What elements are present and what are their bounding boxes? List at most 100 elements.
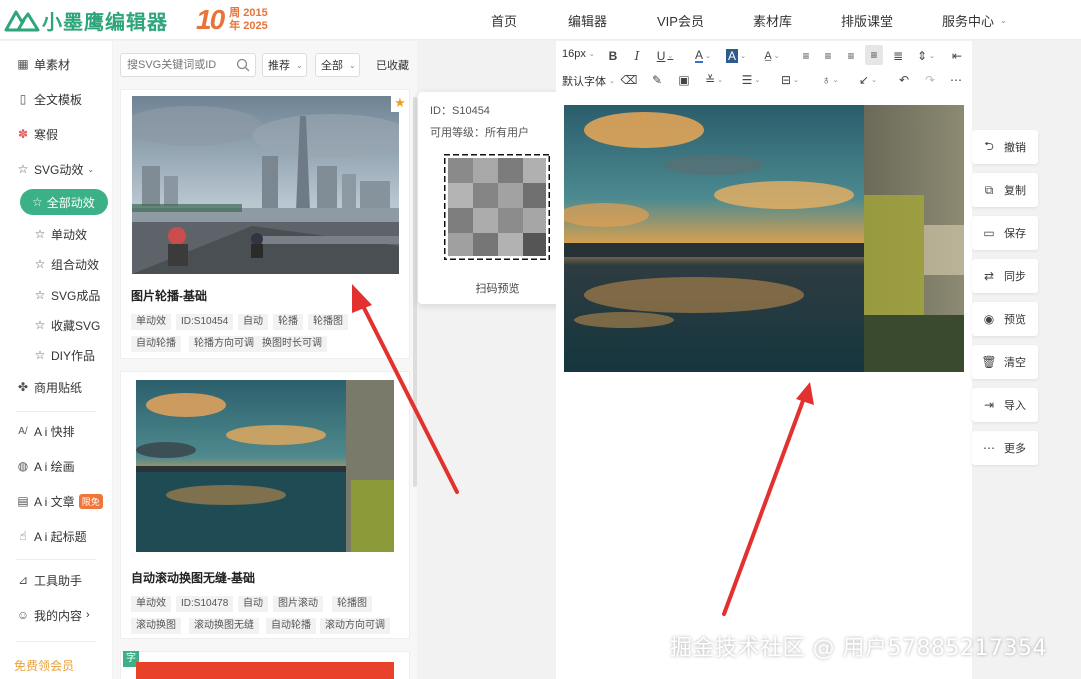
sidebar-item-ai-draw[interactable]: ◍ A i 绘画 [0,454,112,478]
card-tag[interactable]: 自动轮播 [266,618,316,634]
bulb-icon[interactable]: ♁ ⌄ [818,71,842,89]
card-tag[interactable]: 自动轮播 [131,336,181,352]
underline-button[interactable]: U ⌄ [653,47,677,65]
undo-action-button[interactable]: ⮌ 撤销 [972,130,1038,164]
nav-vip[interactable]: VIP会员 [657,0,704,40]
save-action-button[interactable]: ▭ 保存 [972,216,1038,250]
card-tag[interactable]: 轮播 [273,314,303,330]
sidebar-item-svg-effects[interactable]: ☆ SVG动效 ⌄ [0,157,112,181]
favorites-filter[interactable]: 已收藏 [376,57,409,73]
card-tag[interactable]: ID:S10478 [176,596,234,612]
font-family-select[interactable]: 默认字体 ⌄ [562,73,615,89]
panel-scrollbar[interactable] [413,97,417,487]
sidebar-item-winter-break[interactable]: ✽ 寒假 [0,122,112,146]
align-justify-icon[interactable]: ≡ [865,45,883,65]
brush-icon[interactable]: ✎ [649,71,665,89]
align-right-icon[interactable]: ≡ [844,47,858,65]
undo-icon[interactable]: ↶ [896,71,912,89]
material-card[interactable]: 字 [120,651,410,679]
import-action-button[interactable]: ⇥ 导入 [972,388,1038,422]
sidebar-item-my-content[interactable]: ☺ 我的内容 › [0,603,112,627]
sidebar-item-all-effects[interactable]: ☆ 全部动效 [20,189,108,215]
clear-action-button[interactable]: 🗑 清空 [972,345,1038,379]
spacing-icon[interactable]: ☰ ⌄ [739,71,763,89]
sidebar-item-svg-finished[interactable]: ☆ SVG成品 [0,283,112,307]
sidebar-item-combo-effect[interactable]: ☆ 组合动效 [0,252,112,276]
card-tag[interactable]: 轮播方向可调 [189,336,259,352]
anniversary-badge: 10 周 2015 年 2025 [196,4,268,36]
carousel-preview-image[interactable] [564,105,964,372]
chevron-down-icon: ⌄ [296,60,303,70]
nav-service[interactable]: 服务中心 ⌄ [942,0,1007,40]
sidebar-item-ai-title[interactable]: ☝ A i 起标题 [0,524,112,548]
exit-icon[interactable]: ⇤ [950,47,964,65]
more-action-button[interactable]: ⋯ 更多 [972,431,1038,465]
card-tag[interactable]: 轮播图 [332,596,372,612]
logo-mark-icon [4,10,40,32]
card-tag[interactable]: 单动效 [131,314,171,330]
logo[interactable]: 小墨鹰编辑器 [4,6,168,34]
font-size-select[interactable]: 16px ⌄ [562,48,595,60]
arrow-icon[interactable]: ↙ ⌄ [856,71,880,89]
material-panel: 推荐⌄ 全部⌄ 已收藏 [113,41,417,679]
card-tag[interactable]: 滚动方向可调 [320,618,390,634]
align-left-icon[interactable]: ≡ [799,47,813,65]
card-tag[interactable]: 滚动换图 [131,618,181,634]
bold-button[interactable]: B [606,47,620,65]
sidebar-item-stickers[interactable]: ✤ 商用贴纸 [0,375,112,399]
format-painter-button[interactable]: A̲ ⌄ [758,47,786,65]
card-thumbnail-sunset [136,380,394,552]
editor-canvas[interactable]: 16px ⌄ B I U ⌄ A ⌄ A ⌄ A̲ ⌄ ≡ ≡ ≡ ≡ ≣ ⇕ ⌄ ⇤ 默认… [556,41,972,679]
sync-action-button[interactable]: ⇄ 同步 [972,259,1038,293]
card-tag[interactable]: 单动效 [131,596,171,612]
nav-editor[interactable]: 编辑器 [568,0,607,40]
redo-icon[interactable]: ↷ [922,71,938,89]
palette-icon: ◍ [17,459,29,473]
nav-home[interactable]: 首页 [491,0,517,40]
font-color-button[interactable]: A ⌄ [691,47,715,65]
sidebar-item-single-material[interactable]: ▦ 单素材 [0,52,112,76]
filter-dropdown[interactable]: 全部 ⌄ [315,53,360,77]
italic-button[interactable]: I [630,47,644,65]
paragraph-spacing-icon[interactable]: ⊟ ⌄ [778,71,802,89]
undo-icon: ⮌ [984,138,994,153]
sidebar-item-tools[interactable]: ⊿ 工具助手 [0,568,112,592]
nav-classroom[interactable]: 排版课堂 [841,0,893,40]
sidebar-item-fav-svg[interactable]: ☆ 收藏SVG [0,313,112,337]
material-card[interactable]: ★ 图片轮播-基础 单动效 ID:S10454 自动 轮播 轮播图 自动轮播 轮… [120,89,410,359]
more-toolbar-icon[interactable]: ⋯ [948,71,964,89]
align-center-icon[interactable]: ≡ [821,47,835,65]
nav-materials[interactable]: 素材库 [753,0,792,40]
line-height-icon[interactable]: ⇕ ⌄ [914,47,938,65]
sidebar-item-full-template[interactable]: ▯ 全文模板 [0,87,112,111]
card-tag[interactable]: 自动 [238,314,268,330]
card-tag[interactable]: 滚动换图无缝 [189,618,259,634]
favorite-star-icon[interactable]: ★ [391,94,409,112]
sidebar-item-ai-layout[interactable]: A/A i 快排 [0,419,112,443]
top-header: 小墨鹰编辑器 10 周 2015 年 2025 首页 编辑器 VIP会员 素材库… [0,0,1081,40]
card-tag[interactable]: 自动 [238,596,268,612]
search-box[interactable] [120,53,256,77]
card-tag[interactable]: 图片滚动 [273,596,323,612]
sidebar-item-single-effect[interactable]: ☆ 单动效 [0,222,112,246]
search-icon[interactable] [236,58,250,72]
divider-icon[interactable]: ≚ ⌄ [702,71,726,89]
preview-action-button[interactable]: ◉ 预览 [972,302,1038,336]
search-input[interactable] [121,54,231,76]
sidebar-divider [16,411,96,412]
card-tag[interactable]: ID:S10454 [176,314,234,330]
sort-dropdown[interactable]: 推荐 ⌄ [262,53,307,77]
sidebar-item-free-vip[interactable]: 免费领会员 [0,653,112,677]
indent-icon[interactable]: ≣ [891,47,905,65]
popup-id: ID：S10454 [430,105,490,117]
card-tag[interactable]: 轮播图 [308,314,348,330]
card-tag[interactable]: 换图时长可调 [257,336,327,352]
sidebar-item-diy[interactable]: ☆ DIY作品 [0,343,112,367]
tool-icon: ⊿ [17,573,29,587]
image-icon[interactable]: ▣ [676,71,692,89]
copy-action-button[interactable]: ⧉ 复制 [972,173,1038,207]
eraser-icon[interactable]: ⌫ [621,71,638,89]
material-card[interactable]: 自动滚动换图无缝-基础 单动效 ID:S10478 自动 图片滚动 轮播图 滚动… [120,371,410,639]
highlight-color-button[interactable]: A ⌄ [723,47,749,65]
sidebar-item-ai-article[interactable]: ▤ A i 文章 限免 [0,489,112,513]
